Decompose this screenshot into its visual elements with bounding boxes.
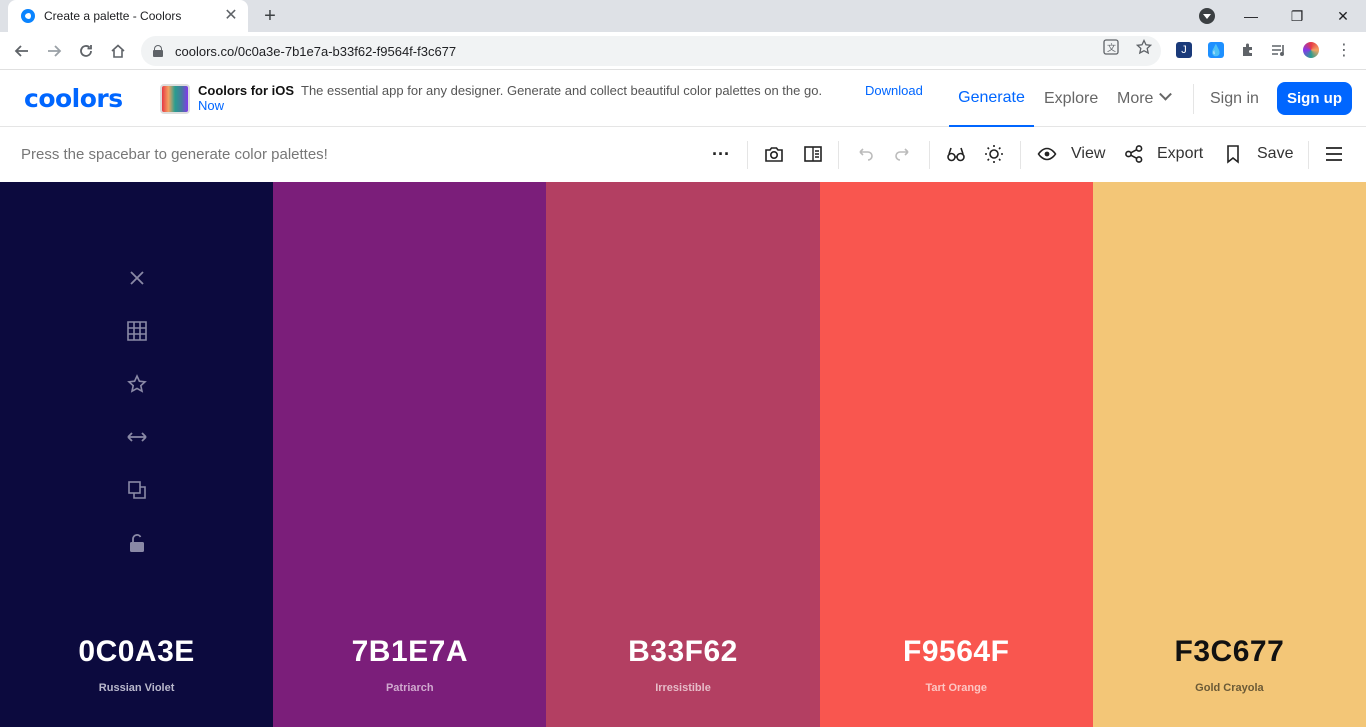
tab-title: Create a palette - Coolors [44,9,182,23]
url-text[interactable]: coolors.co/0c0a3e-7b1e7a-b33f62-f9564f-f… [175,44,456,59]
header-divider [1193,84,1194,114]
sign-up-button[interactable]: Sign up [1277,82,1352,115]
extension-2-icon[interactable]: 💧 [1208,42,1224,58]
profile-avatar[interactable] [1303,42,1319,58]
color-name[interactable]: Tart Orange [820,682,1093,694]
promo-text: The essential app for any designer. Gene… [301,83,823,98]
unlock-icon[interactable] [124,530,150,556]
reload-icon[interactable] [72,37,100,65]
spacebar-hint: Press the spacebar to generate color pal… [21,146,328,163]
nav-more[interactable]: More [1117,70,1173,127]
toolbar-divider [1020,141,1021,169]
new-tab-button[interactable]: + [258,4,282,28]
coolors-favicon-icon [21,9,35,23]
forward-icon[interactable] [40,37,68,65]
color-palette: 0C0A3E Russian Violet 7B1E7A Patriarch B… [0,182,1366,727]
browser-menu-icon[interactable]: ⋮ [1336,42,1352,59]
color-column-2[interactable]: 7B1E7A Patriarch [273,182,547,727]
hex-code[interactable]: 7B1E7A [273,635,546,669]
promo-download-link-now[interactable]: Now [198,98,224,113]
view-button[interactable]: View [1071,145,1105,163]
color-name[interactable]: Gold Crayola [1093,682,1366,694]
ios-app-thumbnail [160,84,190,114]
favorite-star-icon[interactable] [124,371,150,397]
copy-hex-icon[interactable] [124,477,150,503]
eye-icon[interactable] [1034,141,1060,167]
site-header: coolors Coolors for iOS The essential ap… [0,70,1366,127]
remove-color-icon[interactable] [124,265,150,291]
extension-1-icon[interactable]: J [1176,42,1192,58]
promo-download-link[interactable]: Download [865,83,923,98]
browser-tab[interactable]: Create a palette - Coolors ✕ [8,0,248,32]
hex-code[interactable]: F9564F [820,635,1093,669]
undo-icon[interactable] [852,141,878,167]
color-column-4[interactable]: F9564F Tart Orange [819,182,1093,727]
address-bar[interactable]: coolors.co/0c0a3e-7b1e7a-b33f62-f9564f-f… [141,36,1161,66]
sign-in-link[interactable]: Sign in [1210,70,1259,127]
bookmark-icon[interactable] [1220,141,1246,167]
color-column-3[interactable]: B33F62 Irresistible [546,182,820,727]
toolbar-divider [1308,141,1309,169]
minimize-button[interactable]: — [1228,0,1274,32]
glasses-icon[interactable] [943,141,969,167]
redo-icon[interactable] [890,141,916,167]
browser-tab-bar: Create a palette - Coolors ✕ + — ❐ ✕ [0,0,1366,32]
drag-arrows-icon[interactable] [124,424,150,450]
svg-text:文: 文 [1107,42,1116,54]
share-icon[interactable] [1121,141,1147,167]
nav-explore[interactable]: Explore [1044,70,1098,127]
close-window-button[interactable]: ✕ [1320,0,1366,32]
camera-icon[interactable] [761,141,787,167]
toolbar-divider [838,141,839,169]
nav-more-label: More [1117,89,1154,107]
bookmark-star-icon[interactable] [1135,38,1153,56]
coolors-logo[interactable]: coolors [24,84,123,113]
back-icon[interactable] [8,37,36,65]
translate-icon[interactable]: 文 [1102,38,1120,56]
color-column-5[interactable]: F3C677 Gold Crayola [1092,182,1366,727]
extensions-puzzle-icon[interactable] [1240,42,1256,58]
split-view-icon[interactable] [800,141,826,167]
browser-toolbar: coolors.co/0c0a3e-7b1e7a-b33f62-f9564f-f… [0,32,1366,70]
export-button[interactable]: Export [1157,145,1203,163]
more-options-icon[interactable]: ··· [708,141,734,167]
chevron-down-icon [1159,87,1173,101]
media-control-icon[interactable] [1271,42,1287,58]
hex-code[interactable]: F3C677 [1093,635,1366,669]
tab-search-icon[interactable] [1199,8,1215,24]
color-name[interactable]: Patriarch [273,682,546,694]
hex-code[interactable]: 0C0A3E [0,635,273,669]
toolbar-divider [929,141,930,169]
save-button[interactable]: Save [1257,145,1293,163]
column-tools [124,265,150,583]
color-column-1[interactable]: 0C0A3E Russian Violet [0,182,274,727]
home-icon[interactable] [104,37,132,65]
tab-close-icon[interactable]: ✕ [222,7,240,25]
hex-code[interactable]: B33F62 [546,635,819,669]
color-name[interactable]: Russian Violet [0,682,273,694]
toolbar-divider [747,141,748,169]
shades-grid-icon[interactable] [124,318,150,344]
brightness-icon[interactable] [981,141,1007,167]
nav-generate[interactable]: Generate [949,70,1034,127]
promo-title: Coolors for iOS [198,83,295,98]
palette-toolbar: Press the spacebar to generate color pal… [0,127,1366,182]
hamburger-menu-icon[interactable] [1321,141,1347,167]
maximize-button[interactable]: ❐ [1274,0,1320,32]
color-name[interactable]: Irresistible [546,682,819,694]
lock-icon[interactable] [153,45,163,57]
